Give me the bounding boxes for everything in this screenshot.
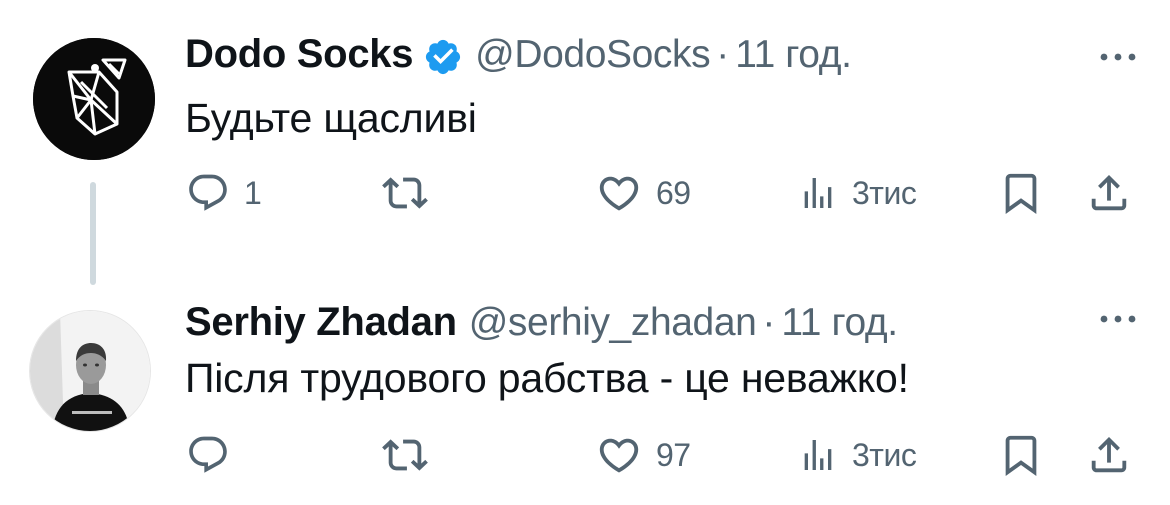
tweet-text: Будьте щасливі <box>185 95 477 141</box>
timestamp[interactable]: 11 год. <box>735 33 852 77</box>
action-bar: 1 69 3тис <box>186 168 1140 218</box>
like-count: 69 <box>656 174 691 211</box>
tweet-text: Після трудового рабства - це неважко! <box>185 355 909 401</box>
like-button[interactable]: 69 <box>596 168 691 218</box>
tweet[interactable]: Dodo Socks @DodoSocks · 11 год. Будьте щ… <box>0 0 1170 290</box>
timestamp[interactable]: 11 год. <box>781 301 898 345</box>
separator: · <box>762 301 776 344</box>
share-button[interactable] <box>1086 168 1132 218</box>
avatar[interactable] <box>33 38 155 160</box>
retweet-icon <box>382 177 428 209</box>
bookmark-icon <box>1005 173 1037 214</box>
retweet-button[interactable] <box>382 168 442 218</box>
views-icon <box>804 178 832 208</box>
separator: · <box>716 33 730 76</box>
reply-button[interactable]: 1 <box>186 168 262 218</box>
bookmark-button[interactable] <box>998 430 1044 480</box>
views-count: 3тис <box>852 174 917 211</box>
like-button[interactable]: 97 <box>596 430 691 480</box>
reply-icon <box>189 174 227 211</box>
tweet[interactable]: Serhiy Zhadan @serhiy_zhadan · 11 год. П… <box>0 290 1170 505</box>
retweet-icon <box>382 439 428 471</box>
views-button[interactable]: 3тис <box>798 168 917 218</box>
thread-line <box>90 182 96 285</box>
profile-photo-icon <box>30 311 150 431</box>
dodo-socks-logo-icon <box>33 38 155 160</box>
views-button[interactable]: 3тис <box>798 430 917 480</box>
handle[interactable]: @serhiy_zhadan <box>469 301 757 345</box>
share-icon <box>1091 174 1127 211</box>
more-icon[interactable] <box>1098 312 1138 326</box>
retweet-button[interactable] <box>382 430 442 480</box>
more-icon[interactable] <box>1098 50 1138 64</box>
display-name[interactable]: Dodo Socks <box>185 32 413 77</box>
reply-icon <box>189 436 227 473</box>
reply-button[interactable] <box>186 430 244 480</box>
avatar[interactable] <box>29 310 151 432</box>
reply-count: 1 <box>244 174 262 211</box>
bookmark-icon <box>1005 435 1037 476</box>
views-count: 3тис <box>852 436 917 473</box>
action-bar: 97 3тис <box>186 430 1140 480</box>
verified-badge-icon[interactable] <box>423 37 463 77</box>
tweet-header: Dodo Socks @DodoSocks · 11 год. <box>185 32 852 77</box>
views-icon <box>804 440 832 470</box>
like-count: 97 <box>656 436 691 473</box>
share-button[interactable] <box>1086 430 1132 480</box>
bookmark-button[interactable] <box>998 168 1044 218</box>
tweet-header: Serhiy Zhadan @serhiy_zhadan · 11 год. <box>185 300 898 345</box>
like-icon <box>599 438 639 473</box>
handle[interactable]: @DodoSocks <box>475 33 710 77</box>
display-name[interactable]: Serhiy Zhadan <box>185 300 457 345</box>
like-icon <box>599 176 639 211</box>
share-icon <box>1091 436 1127 473</box>
